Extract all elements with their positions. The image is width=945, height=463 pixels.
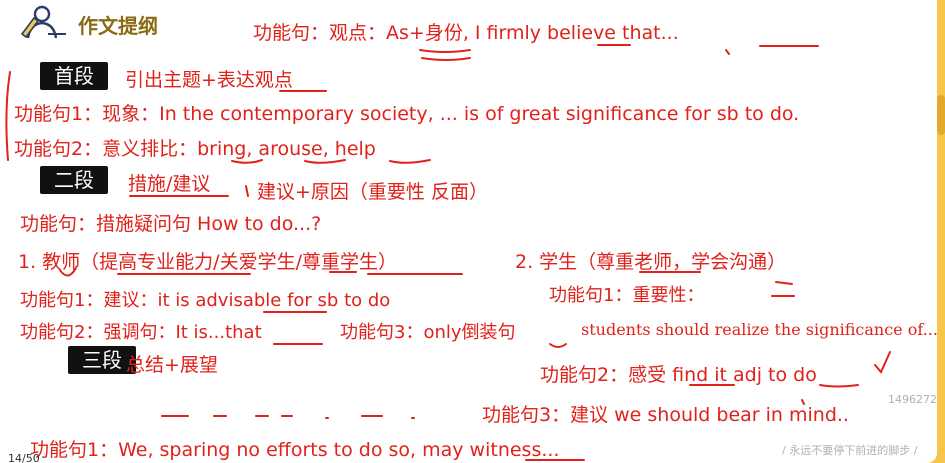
handwritten-annotations [5,44,891,461]
slide: 作文提纲 功能句：观点：As+身份, I firmly believe that… [0,0,937,463]
scrollbar-handle[interactable] [937,95,945,135]
scrollbar[interactable] [937,0,945,463]
